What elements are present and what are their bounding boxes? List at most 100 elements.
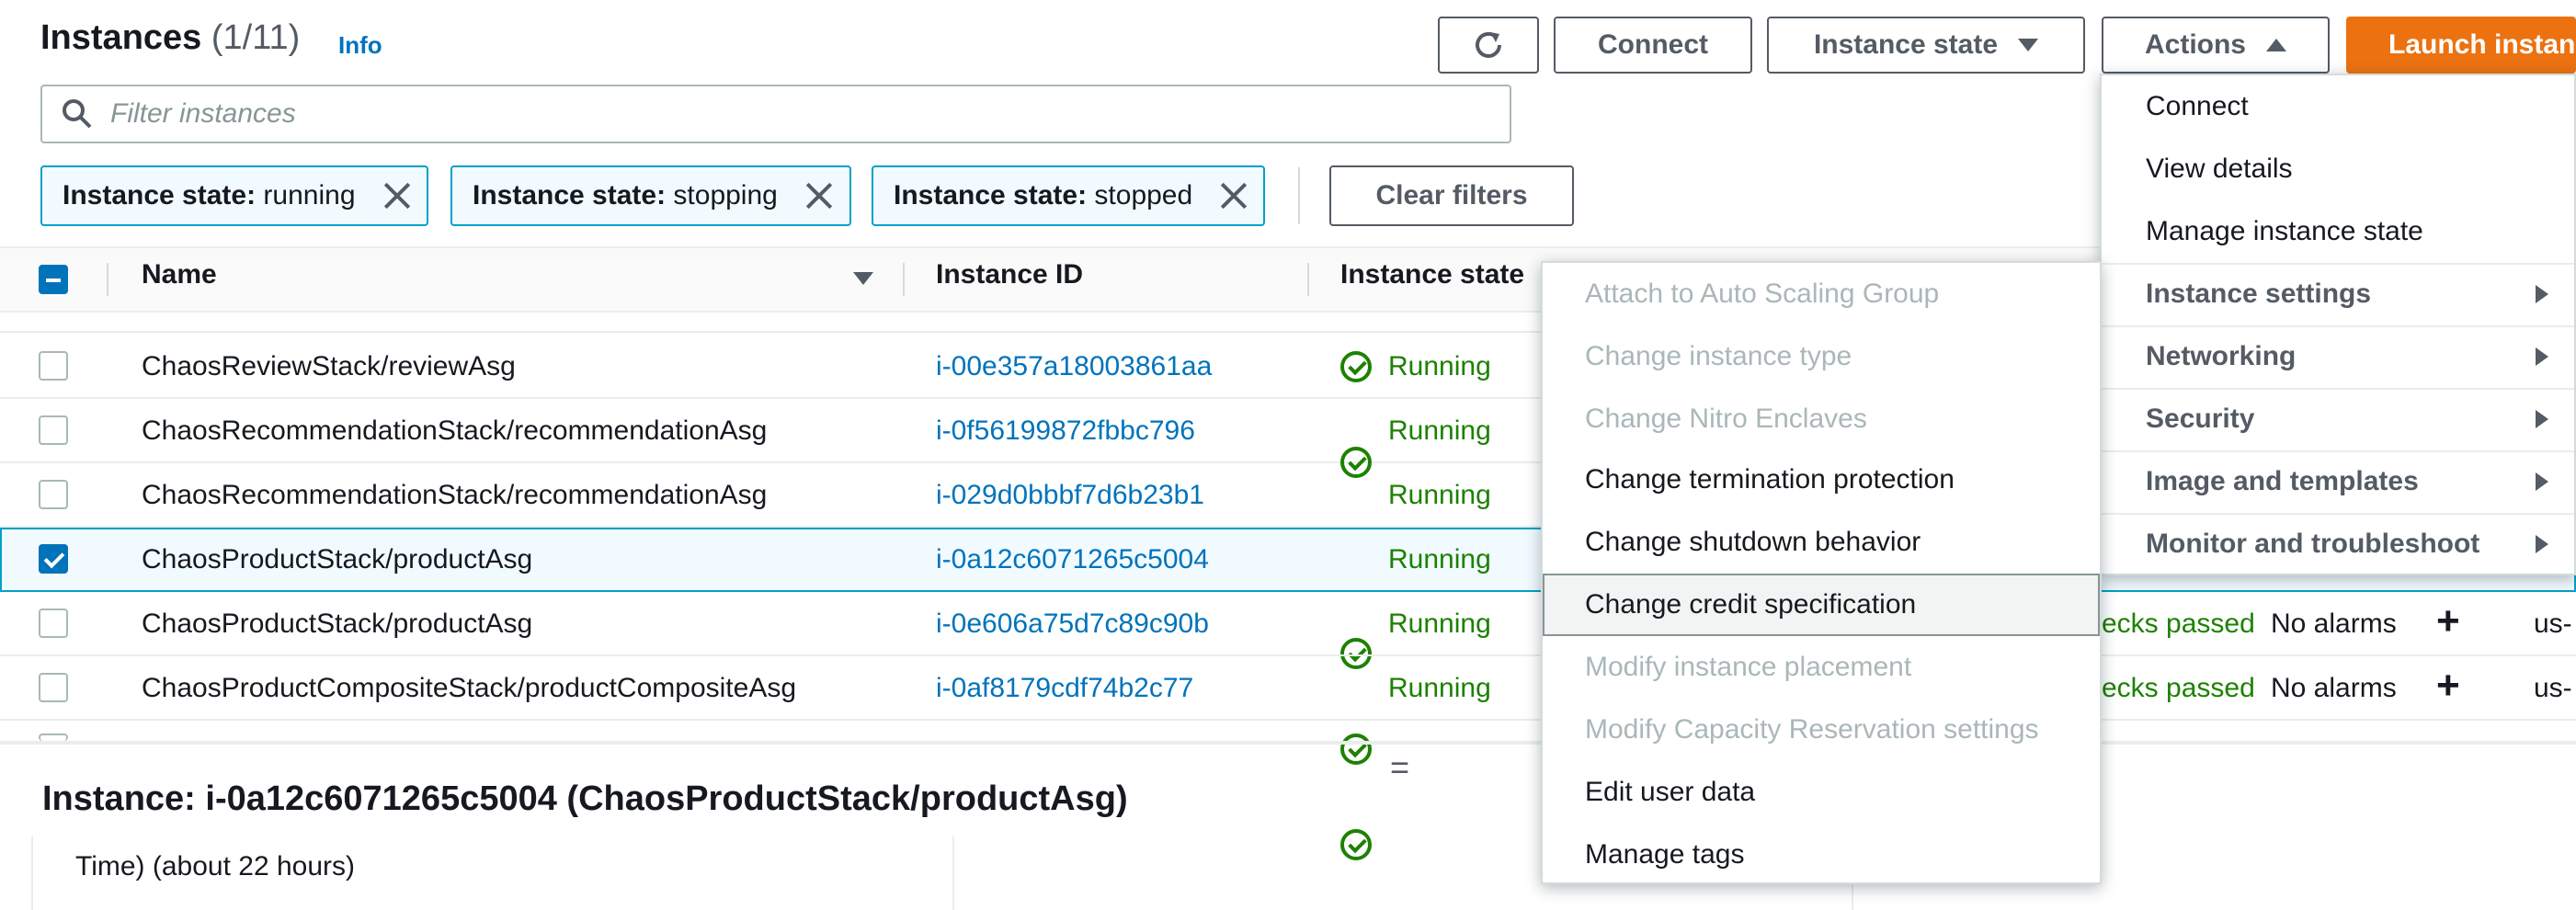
filter-input[interactable] [110,98,1397,130]
menu-item-manage-instance-state[interactable]: Manage instance state [2102,200,2574,263]
split-panel-divider[interactable] [0,741,2576,745]
select-all-checkbox[interactable] [39,265,68,294]
row-checkbox[interactable] [39,351,68,381]
submenu-label: Security [2146,404,2255,434]
close-icon[interactable] [383,182,407,210]
detail-text: Time) (about 22 hours) [75,851,356,882]
add-alarm-icon[interactable]: + [2436,601,2460,642]
menu-item-modify-instance-placement: Modify instance placement [1585,652,1912,682]
instance-state: Running [1388,609,1491,639]
availability-zone: us- [2534,673,2572,703]
check-circle-icon [1340,829,1372,860]
submenu-image-and-templates[interactable]: Image and templates [2102,450,2574,513]
search-icon [63,99,92,129]
actions-label: Actions [2144,29,2246,60]
clear-filters-button[interactable]: Clear filters [1329,165,1574,226]
column-header-instance-state[interactable]: Instance state [1340,259,1524,290]
launch-instances-button[interactable]: Launch instan [2346,17,2576,74]
token-value: running [263,180,356,210]
token-key: Instance state: [894,180,1088,210]
submenu-monitor-and-troubleshoot[interactable]: Monitor and troubleshoot [2102,513,2574,575]
instance-id-link[interactable]: i-00e357a18003861aa [936,351,1212,382]
connect-button[interactable]: Connect [1554,17,1752,74]
chevron-right-icon [2536,285,2548,303]
status-check: ecks passed [2102,673,2255,703]
divider [952,836,954,910]
menu-item-connect[interactable]: Connect [2102,75,2574,138]
menu-item-change-credit-specification[interactable]: Change credit specification [1543,574,2100,636]
submenu-security[interactable]: Security [2102,388,2574,450]
menu-item-modify-capacity-reservation: Modify Capacity Reservation settings [1585,714,2039,745]
menu-item-change-termination-protection[interactable]: Change termination protection [1543,449,2100,511]
instance-id-link[interactable]: i-0af8179cdf74b2c77 [936,673,1193,704]
info-link[interactable]: Info [338,31,382,60]
divider [1298,167,1300,224]
page-title-text: Instances [40,18,202,57]
column-divider [903,263,905,296]
instance-state: Running [1388,544,1491,574]
token-value: stopping [673,180,778,210]
instance-name: ChaosRecommendationStack/recommendationA… [142,480,768,510]
submenu-instance-settings[interactable]: Instance settings [2102,263,2574,325]
instance-count: (1/11) [211,18,301,57]
split-panel-handle[interactable]: = [1390,748,1409,787]
row-checkbox[interactable] [39,673,68,702]
menu-item-attach-asg: Attach to Auto Scaling Group [1585,279,1940,309]
instance-id-link[interactable]: i-0a12c6071265c5004 [936,544,1209,575]
instance-name: ChaosReviewStack/reviewAsg [142,351,516,381]
row-checkbox[interactable] [39,609,68,638]
menu-item-manage-tags[interactable]: Manage tags [1543,824,2100,886]
close-icon[interactable] [805,182,829,210]
sort-down-icon[interactable] [853,272,873,285]
filter-bar[interactable] [40,85,1511,143]
close-icon[interactable] [1220,182,1243,210]
instance-settings-submenu: Attach to Auto Scaling Group Change inst… [1541,261,2102,884]
instance-id-link[interactable]: i-0f56199872fbbc796 [936,415,1195,447]
instance-name: ChaosProductStack/productAsg [142,609,533,639]
menu-item-edit-user-data[interactable]: Edit user data [1543,761,2100,824]
menu-item-change-instance-type: Change instance type [1585,341,1852,371]
refresh-button[interactable] [1438,17,1539,74]
filter-token-stopping: Instance state: stopping [450,165,851,226]
divider [31,836,33,910]
instance-state-button[interactable]: Instance state [1767,17,2085,74]
alarm-status: No alarms [2271,609,2397,639]
row-checkbox[interactable] [39,480,68,509]
alarm-status: No alarms [2271,673,2397,703]
row-checkbox[interactable] [39,544,68,574]
filter-token-stopped: Instance state: stopped [872,165,1265,226]
instance-state: Running [1388,673,1491,703]
menu-item-change-nitro-enclaves: Change Nitro Enclaves [1585,404,1867,434]
token-key: Instance state: [63,180,256,210]
check-circle-icon [1340,351,1372,382]
check-circle-icon [1340,734,1372,765]
token-key: Instance state: [473,180,667,210]
instance-id-link[interactable]: i-0e606a75d7c89c90b [936,609,1209,640]
column-header-name[interactable]: Name [142,259,217,290]
column-divider [1307,263,1309,296]
token-value: stopped [1094,180,1193,210]
chevron-right-icon [2536,347,2548,366]
availability-zone: us- [2534,609,2572,639]
chevron-right-icon [2536,535,2548,553]
detail-title: Instance: i-0a12c6071265c5004 (ChaosProd… [42,779,1128,818]
instance-name: ChaosProductStack/productAsg [142,544,533,574]
actions-menu: Connect View details Manage instance sta… [2100,74,2576,575]
actions-button[interactable]: Actions [2102,17,2330,74]
instance-name: ChaosRecommendationStack/recommendationA… [142,415,768,446]
menu-item-view-details[interactable]: View details [2102,138,2574,200]
instance-state-label: Instance state [1813,29,1999,60]
instance-state: Running [1388,480,1491,510]
menu-item-change-shutdown-behavior[interactable]: Change shutdown behavior [1543,511,2100,574]
instance-id-link[interactable]: i-029d0bbbf7d6b23b1 [936,480,1204,511]
add-alarm-icon[interactable]: + [2436,665,2460,706]
filter-token-running: Instance state: running [40,165,428,226]
row-checkbox[interactable] [39,415,68,445]
column-header-instance-id[interactable]: Instance ID [936,259,1083,290]
row-checkbox[interactable] [39,734,68,741]
submenu-networking[interactable]: Networking [2102,325,2574,388]
submenu-label: Image and templates [2146,466,2419,496]
refresh-icon [1476,31,1501,58]
instance-name: ChaosProductCompositeStack/productCompos… [142,673,797,703]
chevron-down-icon [2018,39,2039,51]
